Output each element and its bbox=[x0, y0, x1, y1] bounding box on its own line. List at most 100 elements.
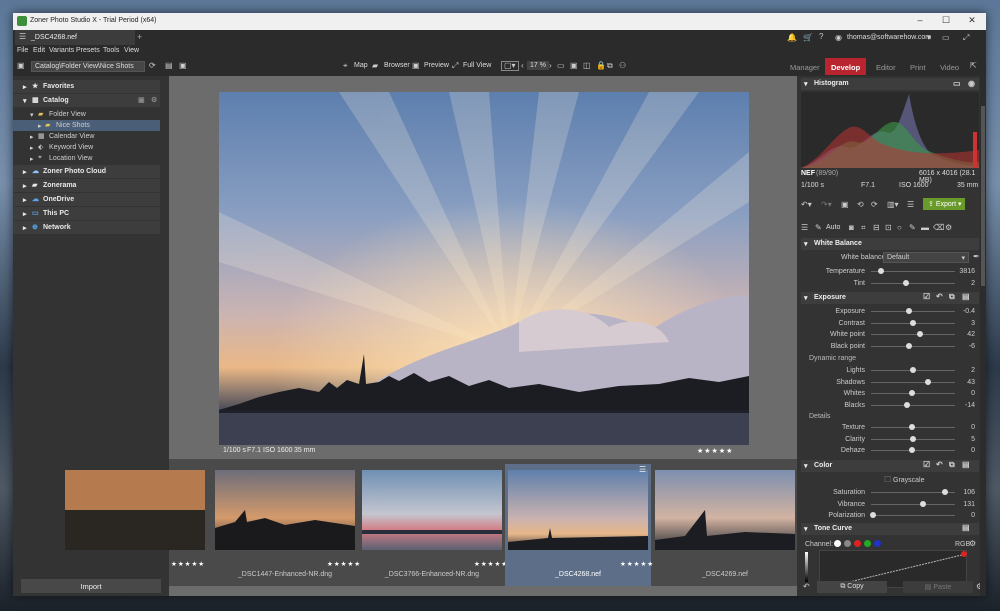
paste-settings-icon[interactable]: ▤ bbox=[962, 461, 970, 469]
export-folder-icon[interactable]: ▣ bbox=[179, 62, 187, 70]
add-folder-icon[interactable]: ▣ bbox=[17, 62, 25, 70]
reset-icon[interactable]: ↶ bbox=[936, 293, 943, 301]
nav-folder-view[interactable]: ▾ ▰ Folder View bbox=[13, 109, 160, 120]
panel-scrollbar[interactable] bbox=[980, 76, 986, 596]
nav-network[interactable]: ▸ ⊕ Network bbox=[13, 221, 160, 234]
slider-value[interactable]: 0 bbox=[971, 447, 975, 454]
copy-settings-icon[interactable]: ⧉ bbox=[949, 293, 955, 301]
expand-arrow-icon[interactable]: ▸ bbox=[23, 182, 27, 190]
presets-icon[interactable]: ☰ bbox=[907, 201, 914, 209]
chevron-down-icon[interactable]: ▾ bbox=[961, 254, 965, 262]
nav-keyword-view[interactable]: ▸ ⬖ Keyword View bbox=[13, 142, 160, 153]
slider-texture[interactable]: Texture 0 bbox=[801, 423, 979, 433]
zoom-fit-icon[interactable]: ▭ bbox=[557, 62, 565, 70]
external-window-icon[interactable]: ⇱ bbox=[970, 62, 977, 70]
slider-value[interactable]: 5 bbox=[971, 436, 975, 443]
slider-knob[interactable] bbox=[909, 447, 916, 453]
camera-icon[interactable]: ◙ bbox=[849, 224, 854, 232]
rotate-left-icon[interactable]: ⟲ bbox=[857, 201, 864, 209]
eraser-icon[interactable]: ⌫ bbox=[933, 224, 944, 232]
expand-arrow-icon[interactable]: ▸ bbox=[23, 196, 27, 204]
zoom-out-icon[interactable]: ‹ bbox=[521, 62, 524, 70]
rotate-right-icon[interactable]: ⟳ bbox=[871, 201, 878, 209]
reset-all-icon[interactable]: ↶ bbox=[803, 583, 810, 591]
enable-checkbox-icon[interactable]: ☑ bbox=[923, 293, 930, 301]
browser-button[interactable]: Browser bbox=[384, 62, 410, 69]
module-print[interactable]: Print bbox=[904, 58, 931, 75]
nav-calendar-view[interactable]: ▸ ▦ Calendar View bbox=[13, 131, 160, 142]
expand-arrow-icon[interactable]: ▸ bbox=[23, 83, 27, 91]
slider-value[interactable]: 3816 bbox=[959, 268, 975, 275]
channel-blue-swatch[interactable] bbox=[874, 540, 881, 547]
slider-value[interactable]: 0 bbox=[971, 424, 975, 431]
slider-value[interactable]: 106 bbox=[963, 489, 975, 496]
slider-track[interactable] bbox=[871, 334, 955, 335]
account-email[interactable]: thomas@softwarehow.com bbox=[847, 34, 931, 41]
compare-icon[interactable]: ◫ bbox=[583, 62, 591, 70]
histogram-options-icon[interactable]: ▭ bbox=[953, 80, 961, 88]
expand-arrow-icon[interactable]: ▸ bbox=[23, 210, 27, 218]
notification-bell-icon[interactable]: 🔔 bbox=[787, 34, 797, 42]
maximize-button[interactable]: ☐ bbox=[939, 15, 953, 27]
straighten-icon[interactable]: ⊟ bbox=[873, 224, 880, 232]
fullscreen-icon[interactable]: ⤢ bbox=[963, 34, 969, 42]
slider-knob[interactable] bbox=[903, 279, 910, 286]
tone-curve-settings-icon[interactable]: ⚙ bbox=[969, 540, 976, 548]
expand-arrow-icon[interactable]: ▸ bbox=[30, 133, 34, 141]
nav-favorites[interactable]: ▸ ★ Favorites bbox=[13, 80, 160, 93]
redo-icon[interactable]: ↷▾ bbox=[821, 201, 832, 209]
minimize-button[interactable]: – bbox=[913, 15, 927, 27]
paste-settings-icon[interactable]: ▤ bbox=[962, 524, 970, 532]
thumbnail-2[interactable] bbox=[362, 470, 502, 550]
slider-lights[interactable]: Lights 2 bbox=[801, 366, 979, 376]
copy-button[interactable]: ⧉ Copy bbox=[817, 581, 887, 593]
collapse-arrow-icon[interactable]: ▾ bbox=[804, 462, 808, 470]
collapse-arrow-icon[interactable]: ▾ bbox=[23, 97, 27, 105]
fit-icon[interactable]: ▢▾ bbox=[501, 61, 519, 71]
expand-arrow-icon[interactable]: ▸ bbox=[30, 144, 34, 152]
grayscale-checkbox[interactable]: ☐ bbox=[884, 476, 891, 484]
slider-contrast[interactable]: Contrast 3 bbox=[801, 319, 979, 329]
brush-icon[interactable]: ✎ bbox=[909, 224, 916, 232]
nav-catalog[interactable]: ▾ ▦ Catalog ▣ ⚙ bbox=[13, 94, 160, 107]
expand-arrow-icon[interactable]: ▸ bbox=[23, 168, 27, 176]
thumbnail-3[interactable] bbox=[508, 470, 648, 550]
histogram-header[interactable]: ▾ Histogram ▭ ◉ bbox=[801, 78, 979, 90]
perspective-icon[interactable]: ⊡ bbox=[885, 224, 892, 232]
slider-knob[interactable] bbox=[910, 367, 916, 373]
radial-filter-icon[interactable]: ○ bbox=[897, 224, 902, 232]
chevron-down-icon[interactable]: ▾ bbox=[927, 34, 931, 42]
export-button[interactable]: ⇪ Export ▾ bbox=[923, 198, 965, 210]
expand-arrow-icon[interactable]: ▸ bbox=[23, 224, 27, 232]
slider-value[interactable]: 2 bbox=[971, 367, 975, 374]
thumbnail-0[interactable] bbox=[65, 470, 205, 550]
hamburger-icon[interactable]: ☰ bbox=[19, 33, 26, 41]
zoom-in-icon[interactable]: › bbox=[549, 62, 552, 70]
preview-button[interactable]: Preview bbox=[424, 62, 449, 69]
lock-icon[interactable]: 🔒 bbox=[596, 62, 606, 70]
nav-onedrive[interactable]: ▸ ☁ OneDrive bbox=[13, 193, 160, 206]
channel-rgb-swatch[interactable] bbox=[834, 540, 841, 547]
slider-black-point[interactable]: Black point -6 bbox=[801, 342, 979, 352]
cart-icon[interactable]: 🛒 bbox=[803, 34, 813, 42]
thumbnail-1[interactable] bbox=[215, 470, 355, 550]
main-photo[interactable] bbox=[219, 92, 749, 445]
white-balance-select[interactable]: Default ▾ bbox=[883, 252, 969, 263]
channel-red-swatch[interactable] bbox=[854, 540, 861, 547]
expand-arrow-icon[interactable]: ▸ bbox=[30, 155, 34, 163]
tab-document[interactable]: ☰ _DSC4268.nef bbox=[15, 30, 135, 45]
tone-curve-header[interactable]: ▾ Tone Curve ▤ bbox=[801, 523, 979, 535]
zoom-value[interactable]: 17 % bbox=[527, 61, 549, 70]
slider-knob[interactable] bbox=[878, 268, 885, 274]
auto-button[interactable]: Auto bbox=[826, 224, 840, 231]
menu-file[interactable]: File bbox=[17, 47, 28, 54]
copy-settings-icon[interactable]: ⧉ bbox=[949, 461, 955, 469]
nav-nice-shots[interactable]: ▸ ▰ Nice Shots bbox=[13, 120, 160, 131]
scrollbar-thumb[interactable] bbox=[981, 106, 985, 286]
slider-knob[interactable] bbox=[910, 435, 916, 442]
channel-green-swatch[interactable] bbox=[864, 540, 871, 547]
help-icon[interactable]: ? bbox=[819, 33, 823, 41]
thumbnail-rating[interactable]: ★★★★★ bbox=[620, 560, 654, 568]
enable-checkbox-icon[interactable]: ☑ bbox=[923, 461, 930, 469]
menu-variants[interactable]: Variants bbox=[49, 47, 74, 54]
